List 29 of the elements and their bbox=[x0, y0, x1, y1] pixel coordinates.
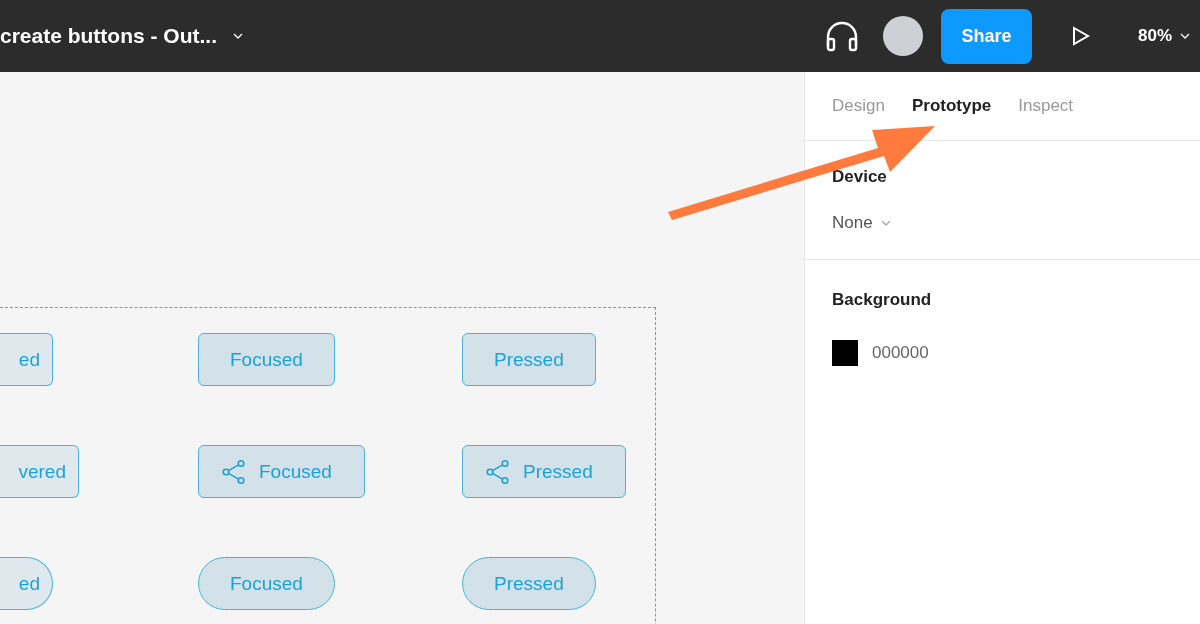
state-button[interactable]: ed bbox=[0, 557, 53, 610]
panel-tab[interactable]: Inspect bbox=[1018, 96, 1074, 116]
device-dropdown[interactable]: None bbox=[832, 213, 891, 233]
play-icon[interactable] bbox=[1071, 26, 1090, 46]
panel-tab[interactable]: Design bbox=[832, 96, 885, 116]
share-button[interactable]: Share bbox=[940, 8, 1032, 64]
share-icon bbox=[221, 458, 247, 485]
state-button[interactable]: Pressed bbox=[462, 333, 596, 386]
chevron-down-icon bbox=[1180, 33, 1190, 39]
state-button[interactable]: Focused bbox=[198, 445, 365, 498]
headphones-icon[interactable] bbox=[824, 20, 859, 52]
panel-tab[interactable]: Prototype bbox=[911, 96, 992, 116]
share-icon bbox=[485, 458, 511, 485]
chevron-down-icon bbox=[233, 33, 243, 39]
device-value: None bbox=[832, 213, 873, 233]
section-label: Background bbox=[832, 290, 933, 310]
state-button[interactable]: Pressed bbox=[462, 557, 596, 610]
hex-value[interactable]: 000000 bbox=[872, 343, 929, 363]
state-button[interactable]: vered bbox=[0, 445, 79, 498]
color-swatch[interactable] bbox=[832, 340, 858, 366]
avatar[interactable] bbox=[882, 16, 923, 56]
state-button[interactable]: ed bbox=[0, 333, 53, 386]
state-button[interactable]: Pressed bbox=[462, 445, 626, 498]
zoom-level: 80% bbox=[1137, 26, 1172, 46]
chevron-down-icon bbox=[880, 220, 891, 226]
zoom-menu[interactable]: 80% bbox=[1137, 26, 1190, 46]
state-button[interactable]: Focused bbox=[198, 557, 335, 610]
section-label: Device bbox=[832, 167, 888, 187]
state-button[interactable]: Focused bbox=[198, 333, 335, 386]
